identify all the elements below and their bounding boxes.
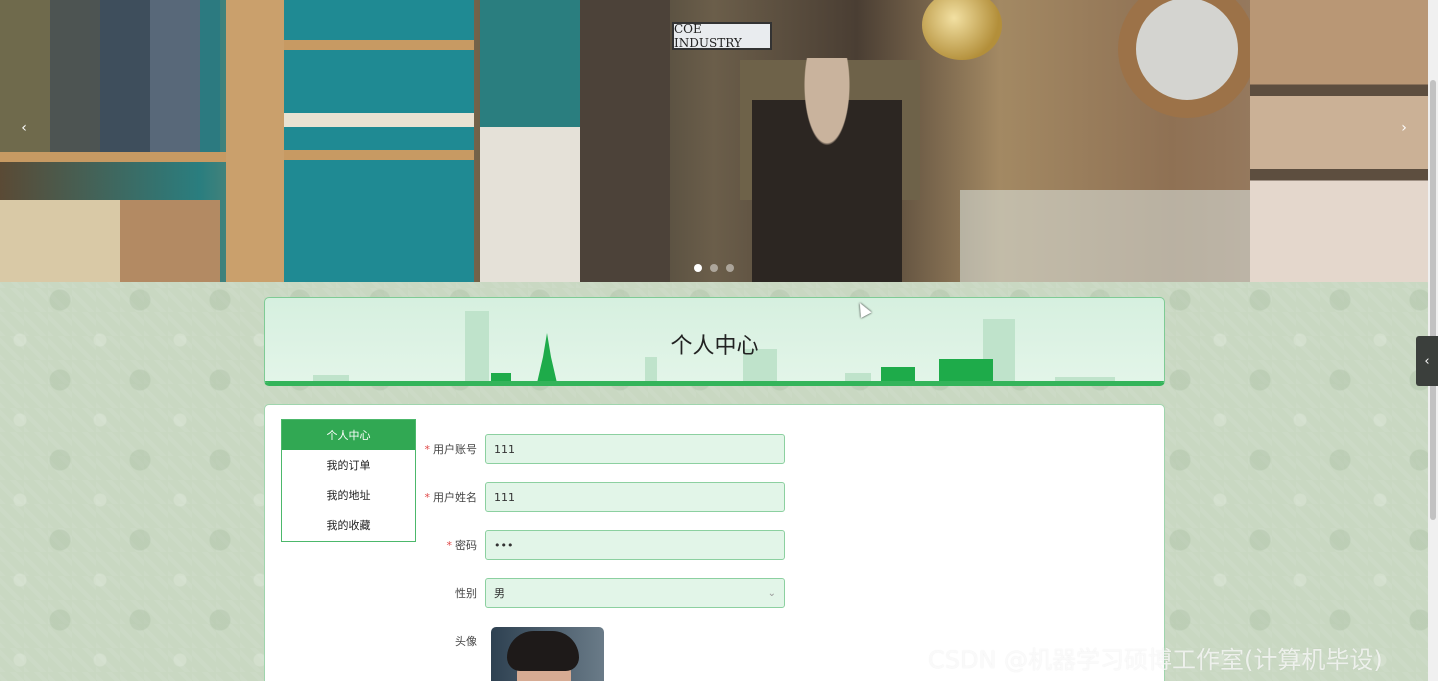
decor-ball bbox=[922, 0, 1002, 60]
shelf-right bbox=[1250, 0, 1428, 282]
side-menu: 个人中心 我的订单 我的地址 我的收藏 bbox=[281, 419, 416, 542]
gender-select-value: 男 bbox=[494, 587, 505, 600]
shelf bbox=[284, 150, 474, 160]
decor-mirror bbox=[1118, 0, 1256, 118]
banner-dots bbox=[694, 264, 734, 272]
avatar-label-text: 头像 bbox=[455, 635, 477, 648]
password-label-text: 密码 bbox=[455, 539, 477, 552]
shelf-bags bbox=[0, 0, 220, 160]
gender-label: 性别 bbox=[415, 585, 485, 601]
username-label: * 用户账号 bbox=[415, 441, 485, 457]
username-label-text: 用户账号 bbox=[433, 443, 477, 456]
realname-label-text: 用户姓名 bbox=[433, 491, 477, 504]
gender-label-text: 性别 bbox=[455, 587, 477, 600]
form-row-avatar: 头像 bbox=[415, 626, 485, 656]
chevron-down-icon: ⌄ bbox=[767, 587, 776, 599]
shelf bbox=[284, 40, 474, 50]
shopper-figure bbox=[752, 58, 902, 282]
avatar-image[interactable] bbox=[491, 627, 604, 681]
watermark-text: CSDN @机器学习硕博工作室(计算机毕设) bbox=[928, 646, 1383, 674]
password-input[interactable]: ••• bbox=[485, 530, 785, 560]
realname-label: * 用户姓名 bbox=[415, 489, 485, 505]
shelf-tools bbox=[580, 0, 670, 282]
side-menu-item-orders[interactable]: 我的订单 bbox=[282, 450, 415, 480]
side-menu-item-favorites[interactable]: 我的收藏 bbox=[282, 510, 415, 540]
store-sign: COE INDUSTRY bbox=[672, 22, 772, 50]
banner-carousel[interactable]: COE INDUSTRY ‹ › bbox=[0, 0, 1428, 282]
realname-input[interactable]: 111 bbox=[485, 482, 785, 512]
shelf-items bbox=[0, 200, 220, 282]
form-row-realname: * 用户姓名 111 bbox=[415, 482, 785, 512]
avatar-hair bbox=[507, 631, 579, 671]
password-label: * 密码 bbox=[415, 537, 485, 553]
shelf-wood bbox=[226, 0, 284, 282]
banner-dot[interactable] bbox=[726, 264, 734, 272]
gender-select[interactable]: 男 ⌄ bbox=[485, 578, 785, 608]
required-mark: * bbox=[446, 539, 453, 552]
page-title-card: 个人中心 bbox=[264, 297, 1165, 386]
required-mark: * bbox=[424, 443, 431, 456]
banner-next-arrow[interactable]: › bbox=[1394, 120, 1414, 136]
username-input[interactable]: 111 bbox=[485, 434, 785, 464]
form-row-username: * 用户账号 111 bbox=[415, 434, 785, 464]
scrollbar-thumb[interactable] bbox=[1430, 80, 1436, 520]
avatar-label: 头像 bbox=[415, 633, 485, 649]
shelf bbox=[0, 152, 230, 162]
form-row-gender: 性别 男 ⌄ bbox=[415, 578, 785, 608]
side-menu-item-address[interactable]: 我的地址 bbox=[282, 480, 415, 510]
banner-dot[interactable] bbox=[710, 264, 718, 272]
required-mark: * bbox=[424, 491, 431, 504]
chevron-left-icon[interactable]: ‹ bbox=[1416, 336, 1438, 386]
page-title: 个人中心 bbox=[670, 334, 759, 359]
side-menu-item-profile[interactable]: 个人中心 bbox=[282, 420, 415, 450]
banner-prev-arrow[interactable]: ‹ bbox=[14, 120, 34, 136]
banner-dot[interactable] bbox=[694, 264, 702, 272]
form-row-password: * 密码 ••• bbox=[415, 530, 785, 560]
shelf-brushes bbox=[480, 0, 580, 282]
display-case bbox=[960, 190, 1260, 282]
